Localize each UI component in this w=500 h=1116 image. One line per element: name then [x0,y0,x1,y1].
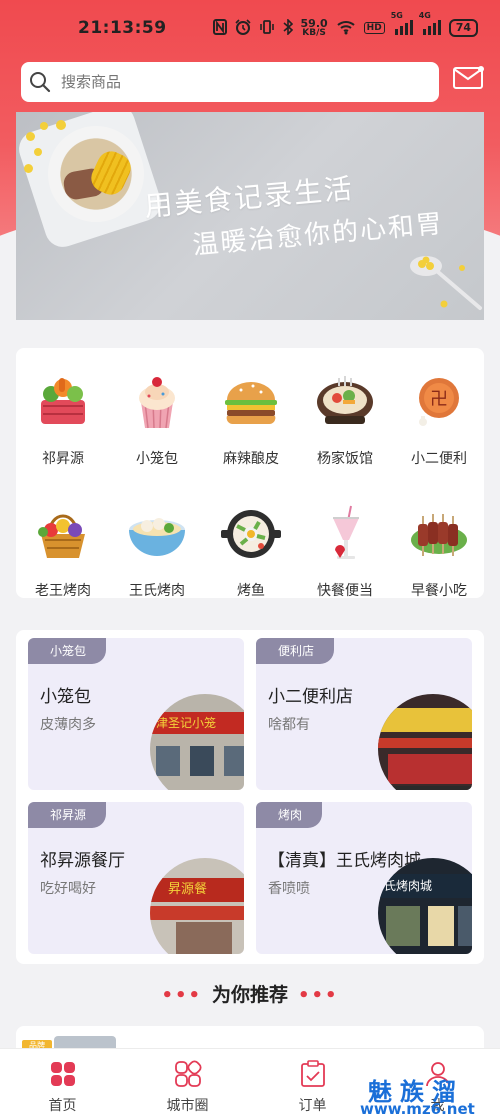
category-label: 祁昇源 [42,451,84,467]
shop-desc: 吃好喝好 [40,881,96,897]
promo-banner[interactable]: 用美食记录生活 温暖治愈你的心和胃 [16,112,484,320]
shop-photo [378,694,472,790]
shop-desc: 皮薄肉多 [40,717,96,733]
vibrate-icon [259,19,275,38]
category-item[interactable]: 老王烤肉 [16,480,110,600]
shop-card[interactable]: 便利店 小二便利店 啥都有 [256,638,472,790]
tab-label: 城市圈 [166,1098,209,1114]
recommend-title: 为你推荐 [211,984,288,1006]
category-grid: 祁昇源 小笼包 麻辣酿皮 杨家饭馆 卍 小二便利 老王烤肉 王氏烤肉 烤鱼 快餐… [16,348,486,600]
tab-orders[interactable]: 订单 [250,1049,375,1116]
category-label: 麻辣酿皮 [223,451,279,467]
bluetooth-icon [283,17,293,38]
noodle-bowl-icon [127,504,187,564]
shop-photo: 昇源餐 [150,858,244,954]
shop-desc: 香喷喷 [268,881,310,897]
category-item[interactable]: 杨家饭馆 [298,348,392,468]
title-dots-right: ••• [298,985,339,1006]
site-watermark: 魅族溜 www.mz6.net [360,1068,500,1116]
search-icon [30,72,51,93]
tab-city-circle[interactable]: 城市圈 [125,1049,250,1116]
category-item[interactable]: 快餐便当 [298,480,392,600]
category-item[interactable]: 卍 小二便利 [392,348,486,468]
category-label: 王氏烤肉 [129,583,185,599]
hotpot-icon [315,372,375,432]
category-item[interactable]: 祁昇源 [16,348,110,468]
burger-icon [221,372,281,432]
corn-kernel [34,148,42,156]
shop-name: 小笼包 [40,687,91,707]
shop-name: 小二便利店 [268,687,353,707]
category-label: 快餐便当 [317,583,373,599]
category-item[interactable]: 王氏烤肉 [110,480,204,600]
battery-indicator: 74 [448,19,478,37]
nfc-icon [212,18,227,38]
tab-label: 订单 [298,1098,327,1114]
watermark-url: www.mz6.net [360,1100,475,1116]
shop-tag: 便利店 [256,638,335,664]
signal-4g-icon: 4G [419,11,441,38]
category-item[interactable]: 烤鱼 [204,480,298,600]
shop-desc: 啥都有 [268,717,310,733]
shop-photo: 津圣记小笼 [150,694,244,790]
category-label: 老王烤肉 [35,583,91,599]
shop-card[interactable]: 小笼包 小笼包 皮薄肉多 津圣记小笼 [28,638,244,790]
shop-card[interactable]: 祁昇源 祁昇源餐厅 吃好喝好 昇源餐 [28,802,244,954]
svg-text:卍: 卍 [430,389,448,410]
search-input[interactable] [61,73,401,91]
hd-icon: HD [363,22,385,34]
wifi-icon [336,19,356,38]
shop-name: 【清真】王氏烤肉城 [268,851,421,871]
shop-card[interactable]: 烤肉 【清真】王氏烤肉城 香喷喷 氏烤肉城 [256,802,472,954]
cookie-icon: 卍 [409,372,469,432]
order-icon [250,1059,375,1089]
search-bar[interactable] [21,62,439,102]
category-label: 小笼包 [136,451,178,467]
alarm-icon [234,18,251,38]
status-bar: 21:13:59 59.0 KB/S HD 5G 4G 74 [0,0,500,56]
grid-icon [125,1059,250,1089]
corn-kernel [26,132,35,141]
shop-photo: 氏烤肉城 [378,858,472,954]
fruit-basket-icon [33,504,93,564]
signal-5g-icon: 5G [391,11,413,38]
message-icon[interactable] [452,66,484,94]
status-time: 21:13:59 [78,18,167,38]
category-item[interactable]: 小笼包 [110,348,204,468]
category-label: 烤鱼 [237,583,265,599]
category-item[interactable]: 早餐小吃 [392,480,486,600]
shop-tag: 祁昇源 [28,802,107,828]
section-title: ••• 为你推荐 ••• [0,980,500,1007]
category-label: 早餐小吃 [411,583,467,599]
corn-kernel [40,122,48,130]
milkshake-icon [315,504,375,564]
category-item[interactable]: 麻辣酿皮 [204,348,298,468]
category-label: 杨家饭馆 [317,451,373,467]
shop-name: 祁昇源餐厅 [40,851,125,871]
skewers-icon [409,504,469,564]
bibimbap-icon [221,504,281,564]
shop-cards: 小笼包 小笼包 皮薄肉多 津圣记小笼 便利店 小二便利店 啥都有 祁昇源 祁昇源… [16,630,484,964]
corn-kernel [24,164,33,173]
net-speed: 59.0 KB/S [300,17,328,38]
cupcake-icon [127,372,187,432]
home-icon [0,1059,125,1089]
tab-home[interactable]: 首页 [0,1049,125,1116]
shop-tag: 烤肉 [256,802,323,828]
corn-kernel [56,120,66,130]
title-dots-left: ••• [161,985,202,1006]
spoon-icon [410,256,482,310]
shop-tag: 小笼包 [28,638,107,664]
veggie-basket-icon [33,372,93,432]
category-label: 小二便利 [411,451,467,467]
tab-label: 首页 [48,1098,77,1114]
